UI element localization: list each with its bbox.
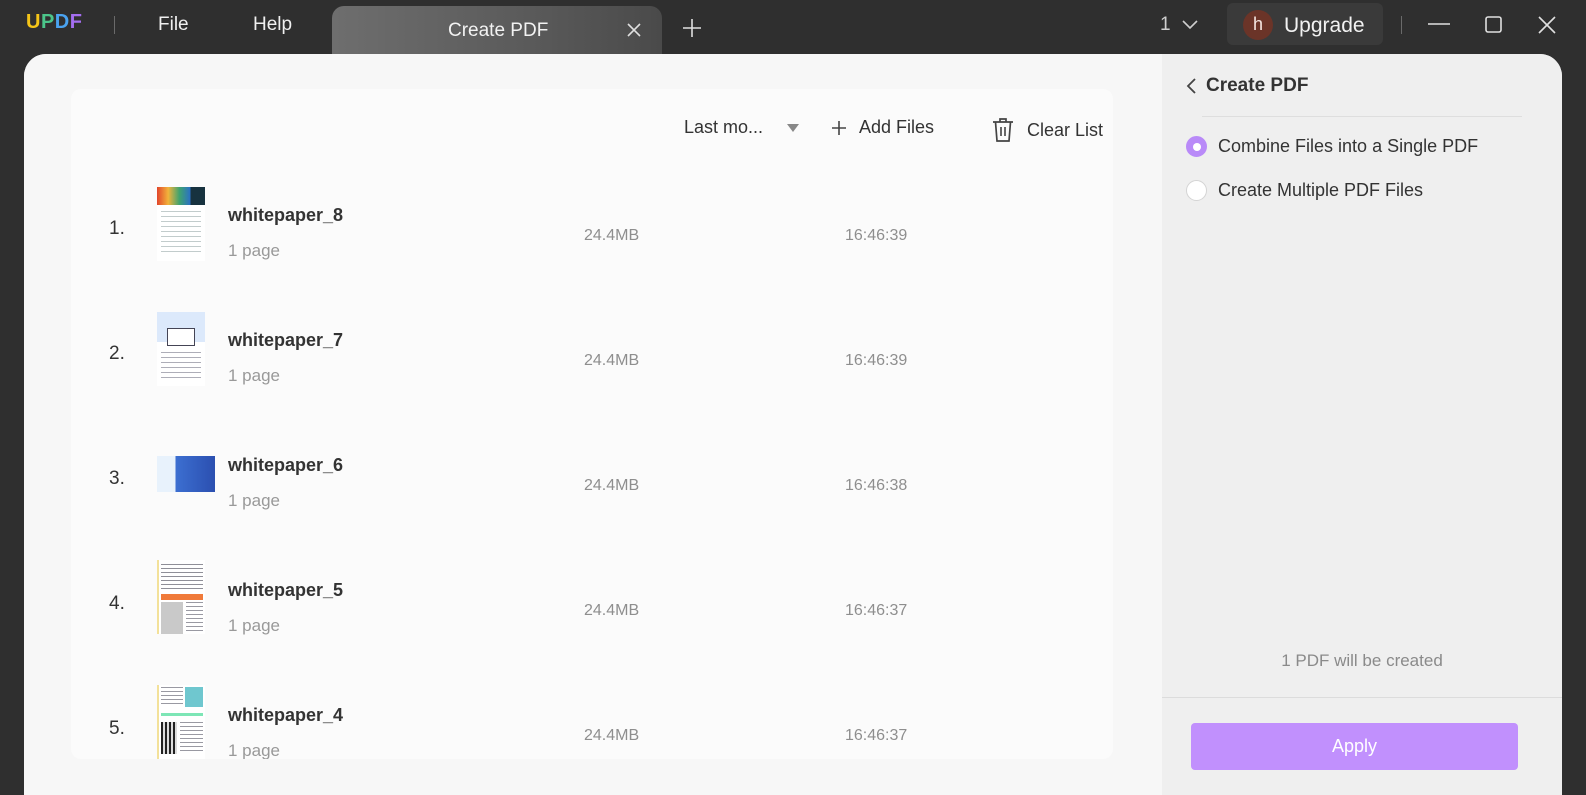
divider — [114, 16, 115, 34]
row-index: 5. — [109, 718, 125, 739]
panel-title: Create PDF — [1206, 75, 1309, 96]
maximize-icon — [1485, 16, 1502, 33]
tab-create-pdf[interactable]: Create PDF — [332, 6, 662, 56]
row-index: 1. — [109, 218, 125, 239]
close-icon — [1538, 16, 1556, 34]
create-pdf-panel: Create PDF Combine Files into a Single P… — [1162, 54, 1562, 795]
tab-label: Create PDF — [448, 20, 549, 41]
file-row[interactable]: 1. whitepaper_8 1 page 24.4MB 16:46:39 — [71, 169, 1113, 293]
maximize-button[interactable] — [1478, 10, 1508, 40]
divider — [1162, 697, 1562, 698]
divider — [1202, 116, 1522, 117]
apply-button[interactable]: Apply — [1191, 723, 1518, 770]
menu-help[interactable]: Help — [253, 14, 292, 36]
file-name: whitepaper_7 — [228, 330, 344, 350]
page-count-dropdown[interactable]: 1 — [1160, 14, 1199, 36]
file-size: 24.4MB — [584, 227, 640, 244]
clear-list-button[interactable]: Clear List — [991, 117, 1103, 143]
avatar[interactable]: h — [1243, 10, 1273, 40]
file-row[interactable]: 2. whitepaper_7 1 page 24.4MB 16:46:39 — [71, 294, 1113, 418]
caret-down-icon — [787, 123, 800, 132]
upgrade-button[interactable]: h Upgrade — [1227, 3, 1383, 45]
file-thumbnail — [157, 456, 215, 492]
file-size: 24.4MB — [584, 477, 640, 494]
file-list: Last mo... Add Files Clear List 1. white… — [71, 89, 1113, 759]
file-time: 16:46:39 — [845, 227, 908, 244]
sort-dropdown[interactable]: Last mo... — [684, 117, 800, 138]
logo-letter: U — [26, 11, 41, 33]
file-thumbnail — [157, 560, 205, 634]
file-size: 24.4MB — [584, 352, 640, 369]
sort-label: Last mo... — [684, 117, 764, 137]
trash-icon — [993, 118, 1013, 142]
updf-logo: UPDF — [26, 11, 82, 34]
file-pages: 1 page — [228, 366, 280, 385]
window-close-button[interactable] — [1532, 10, 1562, 40]
file-time: 16:46:37 — [845, 727, 908, 744]
upgrade-label: Upgrade — [1284, 14, 1365, 37]
file-row[interactable]: 3. whitepaper_6 1 page 24.4MB 16:46:38 — [71, 419, 1113, 543]
file-thumbnail — [157, 685, 205, 759]
new-tab-button[interactable] — [680, 12, 704, 40]
plus-icon — [683, 19, 701, 37]
file-thumbnail — [157, 312, 205, 386]
logo-letter: D — [54, 11, 70, 33]
file-name: whitepaper_8 — [228, 205, 344, 225]
clear-list-label: Clear List — [1027, 119, 1104, 140]
minimize-button[interactable] — [1424, 10, 1454, 40]
main-window: Last mo... Add Files Clear List 1. white… — [24, 54, 1562, 795]
plus-icon — [832, 120, 846, 135]
row-index: 3. — [109, 468, 125, 489]
file-pages: 1 page — [228, 616, 280, 635]
menu-file[interactable]: File — [158, 14, 189, 36]
file-time: 16:46:37 — [845, 602, 908, 619]
logo-letter: F — [69, 11, 83, 33]
radio-button-checked[interactable] — [1186, 136, 1207, 157]
file-row[interactable]: 4. whitepaper_5 1 page 24.4MB 16:46:37 — [71, 544, 1113, 668]
file-name: whitepaper_6 — [228, 455, 344, 475]
file-name: whitepaper_4 — [228, 705, 344, 725]
option-multiple-files[interactable]: Create Multiple PDF Files — [1186, 180, 1423, 201]
add-files-button[interactable]: Add Files — [831, 117, 934, 138]
row-index: 4. — [109, 593, 125, 614]
page-count-value: 1 — [1160, 14, 1171, 35]
title-bar: UPDF File Help Create PDF 1 h Upgrade — [0, 0, 1586, 56]
file-time: 16:46:39 — [845, 352, 908, 369]
radio-button[interactable] — [1186, 180, 1207, 201]
file-thumbnail — [157, 187, 205, 261]
close-icon[interactable] — [622, 18, 646, 42]
option-combine-files[interactable]: Combine Files into a Single PDF — [1186, 136, 1478, 157]
add-files-label: Add Files — [859, 117, 935, 137]
chevron-down-icon — [1182, 20, 1198, 30]
minimize-icon — [1428, 23, 1450, 25]
file-pages: 1 page — [228, 741, 280, 759]
file-row[interactable]: 5. whitepaper_4 1 page 24.4MB 16:46:37 — [71, 669, 1113, 759]
file-size: 24.4MB — [584, 727, 640, 744]
option-label: Create Multiple PDF Files — [1218, 180, 1424, 200]
chevron-left-icon — [1186, 78, 1196, 94]
file-size: 24.4MB — [584, 602, 640, 619]
file-time: 16:46:38 — [845, 477, 908, 494]
back-button[interactable] — [1182, 74, 1202, 98]
file-pages: 1 page — [228, 241, 280, 260]
row-index: 2. — [109, 343, 125, 364]
file-list-panel: Last mo... Add Files Clear List 1. white… — [24, 54, 1171, 795]
result-info: 1 PDF will be created — [1281, 651, 1443, 670]
divider — [1401, 16, 1402, 34]
option-label: Combine Files into a Single PDF — [1218, 136, 1479, 156]
logo-letter: P — [40, 11, 55, 33]
file-pages: 1 page — [228, 491, 280, 510]
file-name: whitepaper_5 — [228, 580, 344, 600]
